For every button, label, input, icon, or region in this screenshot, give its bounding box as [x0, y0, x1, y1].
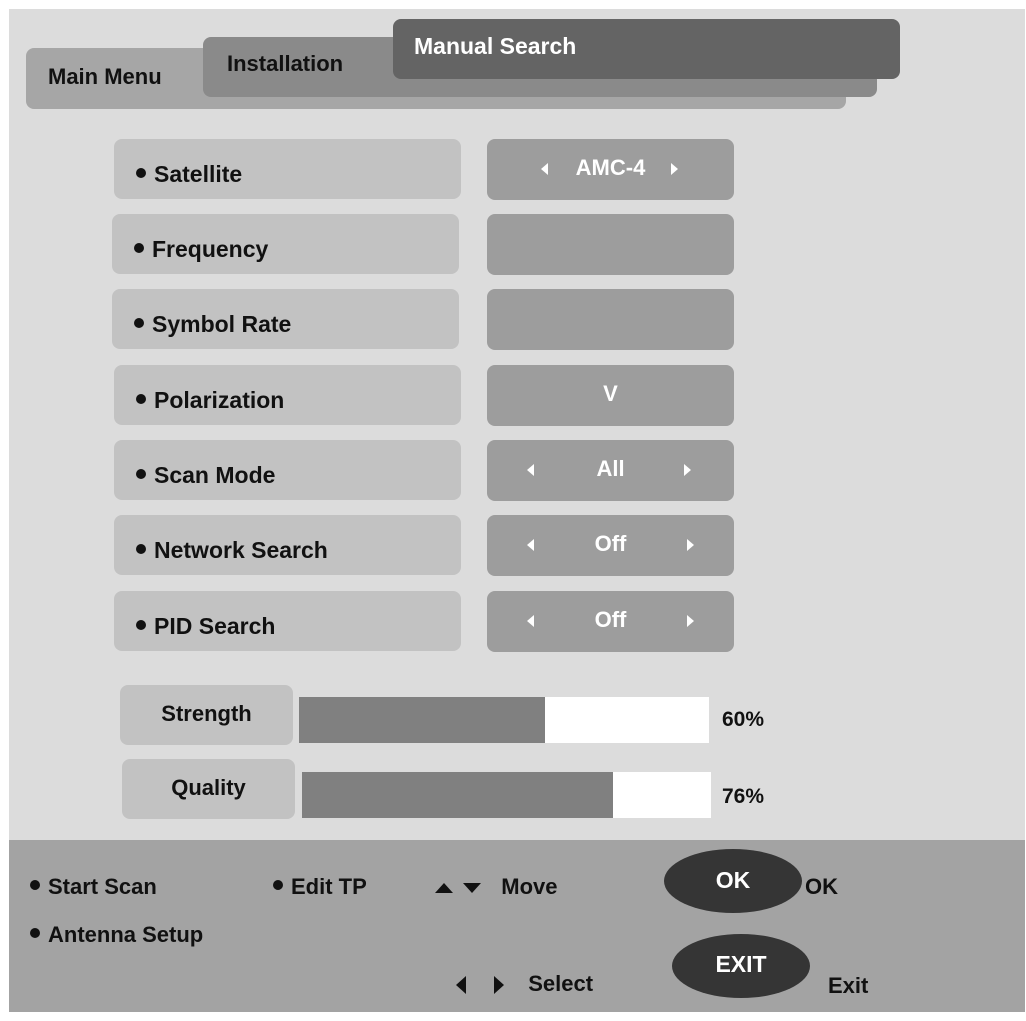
arrow-right-icon[interactable] — [671, 163, 678, 175]
symbol-rate-label: Symbol Rate — [112, 289, 459, 349]
bullet-icon — [30, 928, 40, 939]
scan-mode-value: All — [596, 456, 625, 481]
arrow-right-icon[interactable] — [687, 539, 694, 551]
satellite-selector[interactable]: AMC-4 — [487, 139, 734, 200]
hint-ok-label: OK — [805, 874, 838, 899]
tab-main-menu-label: Main Menu — [48, 64, 162, 89]
hint-move: Move — [435, 874, 558, 900]
frequency-label: Frequency — [112, 214, 459, 274]
strength-label: Strength — [120, 685, 293, 745]
pid-search-label: PID Search — [114, 591, 461, 651]
network-search-selector[interactable]: Off — [487, 515, 734, 576]
arrow-right-icon[interactable] — [687, 615, 694, 627]
polarization-selector[interactable]: V — [487, 365, 734, 426]
hint-antenna-setup-label: Antenna Setup — [48, 922, 204, 947]
arrow-left-icon — [456, 976, 466, 995]
bullet-icon — [134, 317, 144, 328]
ok-button[interactable]: OK — [664, 849, 802, 913]
arrow-right-icon[interactable] — [684, 464, 691, 476]
strength-bar — [299, 697, 709, 743]
tab-manual-search-label: Manual Search — [414, 33, 577, 59]
setting-label: Scan Mode — [154, 462, 276, 488]
hint-select: Select — [456, 971, 593, 997]
strength-label-text: Strength — [161, 701, 252, 726]
hint-start-scan-label: Start Scan — [48, 874, 157, 899]
bullet-icon — [136, 167, 146, 178]
quality-percent: 76% — [722, 785, 765, 808]
quality-bar — [302, 772, 711, 818]
setting-label: Polarization — [154, 387, 285, 413]
strength-bar-fill — [299, 697, 545, 743]
tab-installation-label: Installation — [227, 51, 344, 76]
bullet-icon — [30, 880, 40, 891]
bullet-icon — [136, 543, 146, 554]
pid-search-selector[interactable]: Off — [487, 591, 734, 652]
tab-manual-search[interactable]: Manual Search — [393, 19, 900, 79]
pid-search-value: Off — [594, 607, 627, 632]
scan-mode-selector[interactable]: All — [487, 440, 734, 501]
bullet-icon — [273, 880, 283, 891]
symbol-rate-field[interactable] — [487, 289, 734, 350]
network-search-value: Off — [594, 531, 627, 556]
hint-move-label: Move — [501, 874, 558, 899]
exit-button-label: EXIT — [715, 951, 767, 977]
hint-antenna-setup[interactable]: Antenna Setup — [30, 922, 203, 948]
bullet-icon — [134, 242, 144, 253]
quality-label: Quality — [122, 759, 295, 819]
quality-bar-fill — [302, 772, 613, 818]
hint-edit-tp-label: Edit TP — [291, 874, 367, 899]
arrow-right-icon — [494, 976, 505, 995]
hint-start-scan[interactable]: Start Scan — [30, 874, 157, 900]
setting-label: PID Search — [154, 613, 276, 639]
arrow-up-icon — [435, 883, 453, 894]
hint-exit-label: Exit — [828, 973, 869, 998]
ok-button-label: OK — [715, 867, 751, 893]
setting-label: Symbol Rate — [152, 311, 292, 337]
setting-label: Satellite — [154, 161, 243, 187]
satellite-value: AMC-4 — [575, 155, 646, 180]
polarization-value: V — [603, 381, 618, 406]
hint-edit-tp[interactable]: Edit TP — [273, 874, 367, 900]
frequency-field[interactable] — [487, 214, 734, 275]
strength-percent: 60% — [722, 708, 765, 731]
satellite-label: Satellite — [114, 139, 461, 199]
bullet-icon — [136, 619, 146, 630]
arrow-down-icon — [463, 883, 482, 894]
polarization-label: Polarization — [114, 365, 461, 425]
exit-button[interactable]: EXIT — [672, 934, 810, 998]
quality-label-text: Quality — [171, 775, 246, 800]
network-search-label: Network Search — [114, 515, 461, 575]
bullet-icon — [136, 393, 146, 404]
hint-select-label: Select — [528, 971, 594, 996]
setting-label: Frequency — [152, 236, 269, 262]
scan-mode-label: Scan Mode — [114, 440, 461, 500]
setting-label: Network Search — [154, 537, 328, 563]
bullet-icon — [136, 468, 146, 479]
